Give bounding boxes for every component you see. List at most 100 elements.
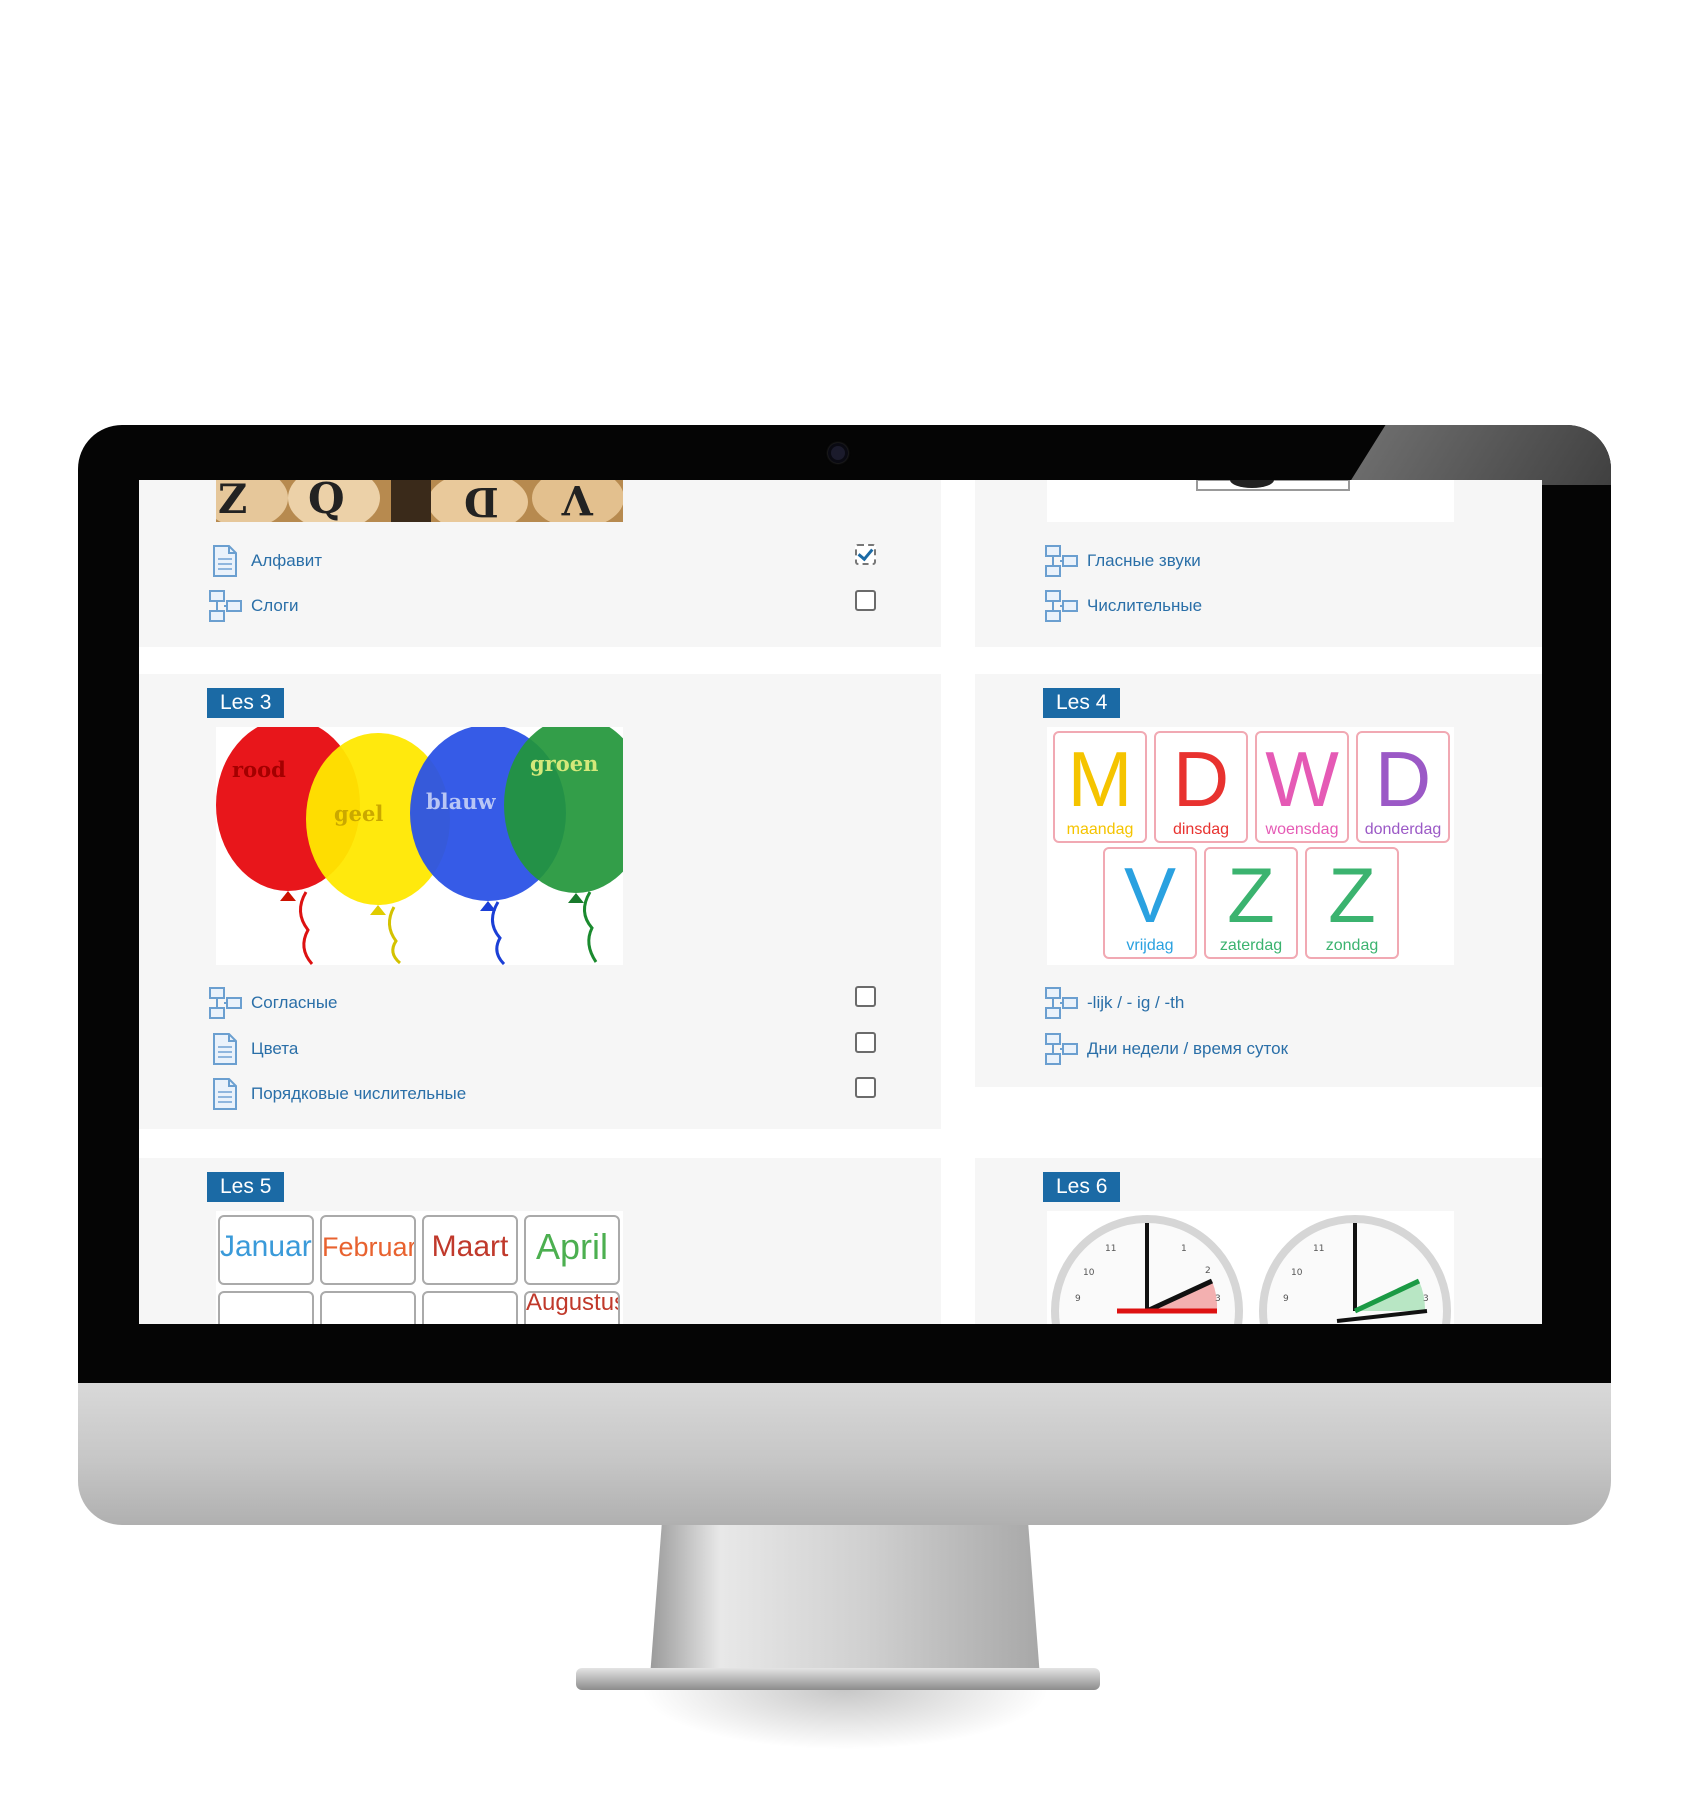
- weekdays-image: Mmaandag Ddinsdag Wwoensdag Ddonderdag V…: [1047, 727, 1454, 965]
- clock-number: 2: [1205, 1266, 1211, 1276]
- completion-checkbox[interactable]: [855, 986, 876, 1007]
- activity-link[interactable]: Алфавит: [207, 543, 322, 579]
- completion-checkbox[interactable]: [855, 590, 876, 611]
- dice-letter: D: [464, 480, 499, 522]
- balloon-word: rood: [232, 757, 286, 782]
- day-tile: Ddonderdag: [1356, 731, 1450, 843]
- day-letter: W: [1265, 735, 1339, 823]
- activity-link[interactable]: -lijk / - ig / -th: [1043, 985, 1184, 1021]
- glossary-icon: [209, 987, 242, 1019]
- day-letter: Z: [1227, 851, 1275, 939]
- day-tile: Zzondag: [1305, 847, 1399, 959]
- clock-number: 10: [1083, 1268, 1095, 1278]
- monitor-stand: [650, 1525, 1040, 1677]
- month-tile: Februari: [320, 1215, 416, 1285]
- lesson-card-alphabet: Z Q D V Алфавит Слоги: [139, 480, 941, 647]
- monitor-chin: [78, 1383, 1611, 1525]
- activity-label: Дни недели / время суток: [1087, 1039, 1289, 1058]
- balloon-word: groen: [530, 751, 599, 776]
- lesson-card-les6: Les 6 11 1 10 2 9 3 11 10 9 3: [975, 1158, 1542, 1324]
- month-tile: Augustus: [524, 1291, 620, 1324]
- lesson-image: [1047, 480, 1454, 522]
- months-image: Januari Februari Maart April Augustus: [216, 1211, 623, 1324]
- alphabet-dice-image: Z Q D V: [216, 480, 623, 522]
- activity-label: Алфавит: [251, 551, 323, 570]
- activity-label: -lijk / - ig / -th: [1087, 993, 1185, 1012]
- activity-link[interactable]: Дни недели / время суток: [1043, 1031, 1288, 1067]
- completion-checkbox[interactable]: [855, 544, 876, 565]
- clock-number: 3: [1423, 1294, 1429, 1304]
- balloon-word: geel: [334, 801, 384, 826]
- day-letter: D: [1374, 735, 1432, 823]
- clock-number: 9: [1075, 1294, 1081, 1304]
- clocks-image: 11 1 10 2 9 3 11 10 9 3: [1047, 1211, 1454, 1324]
- webcam-icon: [828, 443, 848, 463]
- page-icon: [213, 545, 237, 577]
- glossary-icon: [209, 590, 242, 622]
- activity-label: Гласные звуки: [1087, 551, 1201, 570]
- balloons-image: rood geel blauw groen: [216, 727, 623, 965]
- clock-number: 11: [1313, 1244, 1325, 1254]
- day-word: dinsdag: [1172, 821, 1230, 838]
- day-letter: D: [1172, 735, 1230, 823]
- clock-number: 1: [1181, 1244, 1187, 1254]
- activity-label: Порядковые числительные: [251, 1084, 467, 1103]
- day-word: zaterdag: [1219, 937, 1283, 954]
- glossary-icon: [1045, 590, 1078, 622]
- day-word: maandag: [1066, 821, 1134, 838]
- activity-label: Числительные: [1087, 596, 1203, 615]
- completion-checkbox[interactable]: [855, 1032, 876, 1053]
- lesson-card-les4: Les 4 Mmaandag Ddinsdag Wwoensdag Ddonde…: [975, 674, 1542, 1087]
- day-tile: Wwoensdag: [1255, 731, 1349, 843]
- lesson-badge: Les 3: [207, 688, 285, 718]
- day-tile: Ddinsdag: [1154, 731, 1248, 843]
- lesson-badge: Les 5: [207, 1172, 285, 1202]
- activity-link[interactable]: Слоги: [207, 588, 299, 624]
- page-icon: [213, 1078, 237, 1110]
- glossary-icon: [1045, 987, 1078, 1019]
- lesson-card-vowels: Гласные звуки Числительные: [975, 480, 1542, 647]
- month-tile: Maart: [422, 1215, 518, 1285]
- dice-letter: Z: [218, 480, 248, 522]
- lesson-badge: Les 6: [1043, 1172, 1121, 1202]
- activity-label: Цвета: [251, 1039, 299, 1058]
- activity-link[interactable]: Цвета: [207, 1031, 298, 1067]
- activity-link[interactable]: Порядковые числительные: [207, 1076, 466, 1112]
- day-word: vrijdag: [1126, 937, 1174, 954]
- bezel-glare: [1348, 425, 1611, 485]
- page-icon: [213, 1033, 237, 1065]
- lesson-badge: Les 4: [1043, 688, 1121, 718]
- day-tile: Zzaterdag: [1204, 847, 1298, 959]
- day-letter: V: [1123, 851, 1177, 939]
- dice-letter: Q: [308, 480, 345, 522]
- lesson-card-les5: Les 5 Januari Februari Maart April Augus…: [139, 1158, 941, 1324]
- activity-label: Слоги: [251, 596, 299, 615]
- clock-number: 10: [1291, 1268, 1303, 1278]
- lesson-card-les3: Les 3 rood geel blauw groen Согласные Цв…: [139, 674, 941, 1129]
- month-tile: [320, 1291, 416, 1324]
- day-letter: Z: [1328, 851, 1376, 939]
- day-tile: Mmaandag: [1053, 731, 1147, 843]
- month-tile: April: [524, 1215, 620, 1285]
- month-tile: Januari: [218, 1215, 314, 1285]
- month-tile: [422, 1291, 518, 1324]
- day-word: zondag: [1325, 937, 1379, 954]
- course-page: Z Q D V Алфавит Слоги Гласные звуки Числ…: [139, 480, 1542, 1324]
- glossary-icon: [1045, 1033, 1078, 1065]
- dice-letter: V: [562, 480, 594, 522]
- month-tile: [218, 1291, 314, 1324]
- activity-link[interactable]: Числительные: [1043, 588, 1202, 624]
- monitor-base: [576, 1668, 1100, 1690]
- day-word: woensdag: [1265, 821, 1339, 838]
- clock-number: 11: [1105, 1244, 1117, 1254]
- activity-label: Согласные: [251, 993, 338, 1012]
- completion-checkbox[interactable]: [855, 1077, 876, 1098]
- activity-link[interactable]: Гласные звуки: [1043, 543, 1201, 579]
- activity-link[interactable]: Согласные: [207, 985, 338, 1021]
- balloon-word: blauw: [426, 789, 496, 814]
- clock-number: 3: [1215, 1294, 1221, 1304]
- day-letter: M: [1067, 735, 1133, 823]
- glossary-icon: [1045, 545, 1078, 577]
- clock-number: 9: [1283, 1294, 1289, 1304]
- day-tile: Vvrijdag: [1103, 847, 1197, 959]
